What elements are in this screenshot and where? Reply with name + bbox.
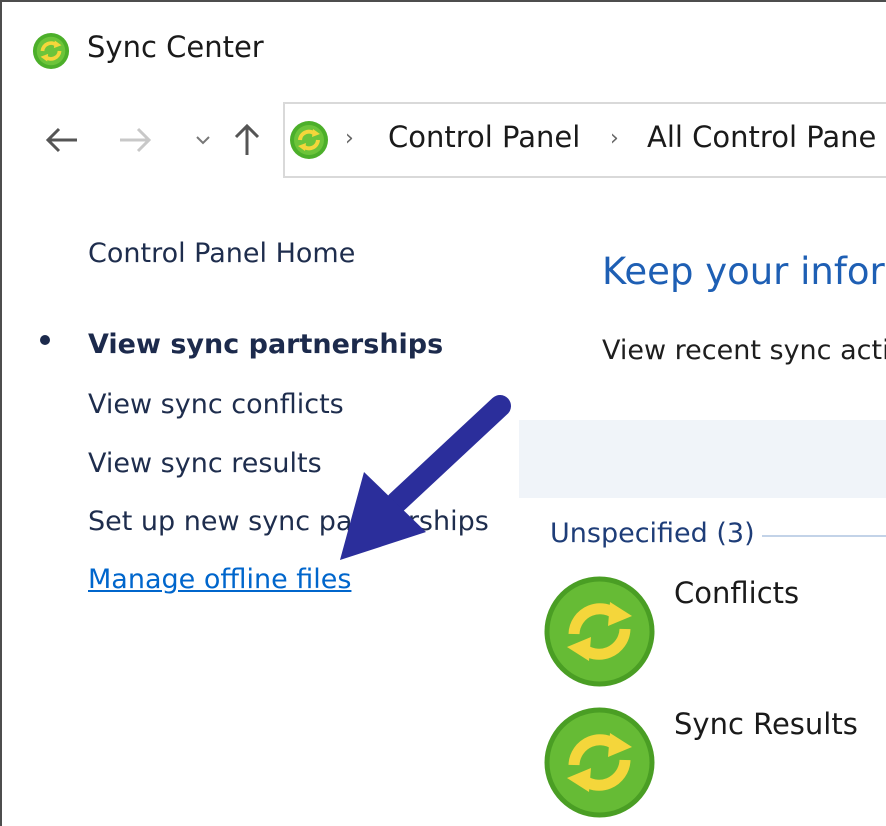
current-item-bullet: [40, 335, 50, 345]
sync-icon[interactable]: [542, 705, 657, 820]
up-arrow-icon: [234, 123, 260, 155]
breadcrumb-control-panel[interactable]: Control Panel: [388, 120, 580, 154]
pointer-arrow-annotation: [340, 395, 511, 560]
breadcrumb-separator-icon[interactable]: ›: [610, 126, 619, 151]
breadcrumb-separator-icon[interactable]: ›: [345, 126, 354, 151]
up-button[interactable]: [227, 120, 267, 160]
recent-locations-button[interactable]: [183, 120, 223, 160]
page-title: Keep your inforr: [602, 250, 886, 293]
forward-button[interactable]: [115, 120, 155, 160]
group-divider: [762, 535, 886, 537]
item-sync-results-label[interactable]: Sync Results: [674, 707, 858, 741]
page-description: View recent sync acti: [602, 335, 886, 366]
sidebar-item-view-sync-results[interactable]: View sync results: [88, 448, 322, 479]
sync-center-icon: [290, 121, 328, 159]
command-bar: [519, 420, 886, 498]
sync-center-icon: [32, 32, 70, 70]
sidebar-item-view-sync-partnerships[interactable]: View sync partnerships: [88, 329, 443, 360]
back-button[interactable]: [42, 120, 82, 160]
title-bar: Sync Center: [2, 2, 886, 102]
back-arrow-icon: [45, 127, 77, 153]
item-conflicts-label[interactable]: Conflicts: [674, 576, 799, 610]
group-header[interactable]: Unspecified (3): [550, 518, 755, 549]
sync-center-window: Sync Center › Control Panel › All Contro…: [0, 0, 886, 826]
sync-icon[interactable]: [542, 574, 657, 689]
window-title: Sync Center: [87, 30, 264, 64]
breadcrumb-all-control-panel-items[interactable]: All Control Pane: [647, 120, 876, 154]
sidebar-item-control-panel-home[interactable]: Control Panel Home: [88, 238, 355, 269]
forward-arrow-icon: [120, 127, 152, 153]
chevron-down-icon: [196, 136, 210, 145]
